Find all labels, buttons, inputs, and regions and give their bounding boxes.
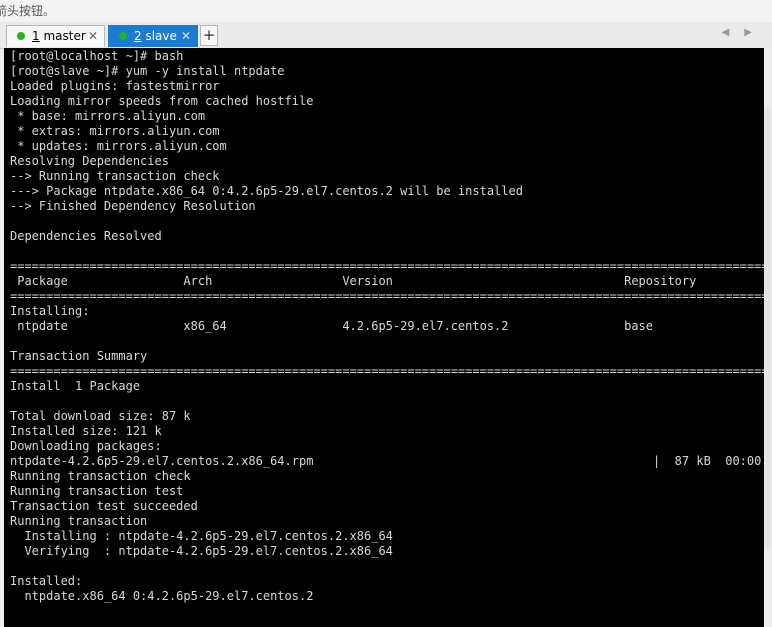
tab-number: 2 bbox=[134, 29, 142, 43]
terminal-line: ntpdate x86_64 4.2.6p5-29.el7.centos.2 b… bbox=[10, 319, 764, 333]
terminal-line: Verifying : ntpdate-4.2.6p5-29.el7.cento… bbox=[10, 544, 764, 558]
terminal-line: Running transaction test bbox=[10, 484, 184, 498]
terminal-line: * base: mirrors.aliyun.com bbox=[10, 109, 206, 123]
terminal-line: Loading mirror speeds from cached hostfi… bbox=[10, 94, 314, 108]
terminal-line: Running transaction check bbox=[10, 469, 191, 483]
tab-scroll-arrows-icon[interactable]: ◀ ▶ bbox=[721, 27, 758, 38]
terminal-line: Installing: bbox=[10, 304, 90, 318]
terminal-line: Transaction test succeeded bbox=[10, 499, 198, 513]
terminal-line: Installing : ntpdate-4.2.6p5-29.el7.cent… bbox=[10, 529, 764, 543]
terminal-line: ========================================… bbox=[10, 259, 764, 273]
terminal-line: Dependencies Resolved bbox=[10, 229, 162, 243]
add-tab-button[interactable]: + bbox=[200, 25, 218, 46]
terminal-line: Install 1 Package bbox=[10, 379, 141, 393]
terminal-line: Installed size: 121 k bbox=[10, 424, 162, 438]
status-dot-icon bbox=[17, 31, 25, 40]
tab-label: master bbox=[39, 29, 86, 43]
tab-label: slave bbox=[141, 29, 177, 43]
terminal-line: * updates: mirrors.aliyun.com bbox=[10, 139, 227, 153]
tab-number: 1 bbox=[32, 29, 40, 43]
close-icon[interactable]: ✕ bbox=[181, 26, 191, 47]
terminal-line: Loaded plugins: fastestmirror bbox=[10, 79, 220, 93]
tab-bar: 1 master ✕ 2 slave ✕ + ◀ ▶ bbox=[0, 22, 772, 49]
terminal-line: Installed: bbox=[10, 574, 83, 588]
terminal-line: Resolving Dependencies bbox=[10, 154, 169, 168]
terminal-line: Total download size: 87 k bbox=[10, 409, 191, 423]
terminal-line: ========================================… bbox=[10, 364, 764, 378]
terminal-line: Downloading packages: bbox=[10, 439, 162, 453]
scrollbar[interactable] bbox=[764, 48, 772, 627]
terminal-line: [root@localhost ~]# bash bbox=[10, 49, 184, 63]
tab-slave[interactable]: 2 slave ✕ bbox=[108, 25, 198, 47]
terminal-line: [root@slave ~]# yum -y install ntpdate bbox=[10, 64, 285, 78]
tab-master[interactable]: 1 master ✕ bbox=[6, 25, 105, 47]
terminal-line: Transaction Summary bbox=[10, 349, 148, 363]
terminal-line: ========================================… bbox=[10, 289, 764, 303]
scrollbar-thumb[interactable] bbox=[765, 108, 771, 548]
terminal-line: Running transaction bbox=[10, 514, 148, 528]
terminal-line: --> Running transaction check bbox=[10, 169, 220, 183]
status-dot-icon bbox=[119, 31, 127, 40]
terminal-line: ntpdate.x86_64 0:4.2.6p5-29.el7.centos.2 bbox=[10, 589, 314, 603]
terminal-line: --> Finished Dependency Resolution bbox=[10, 199, 256, 213]
top-strip-text: 箭头按钮。 bbox=[0, 4, 56, 18]
terminal-line: * extras: mirrors.aliyun.com bbox=[10, 124, 220, 138]
terminal-output[interactable]: [root@localhost ~]# bash [root@slave ~]# … bbox=[4, 48, 764, 627]
top-strip: 箭头按钮。 bbox=[0, 0, 772, 22]
terminal-line: ---> Package ntpdate.x86_64 0:4.2.6p5-29… bbox=[10, 184, 523, 198]
close-icon[interactable]: ✕ bbox=[88, 26, 98, 47]
terminal-line: ntpdate-4.2.6p5-29.el7.centos.2.x86_64.r… bbox=[10, 454, 764, 468]
terminal-line: Package Arch Version Repository Size bbox=[10, 274, 764, 288]
terminal-lines: [root@localhost ~]# bash [root@slave ~]# … bbox=[10, 49, 764, 604]
